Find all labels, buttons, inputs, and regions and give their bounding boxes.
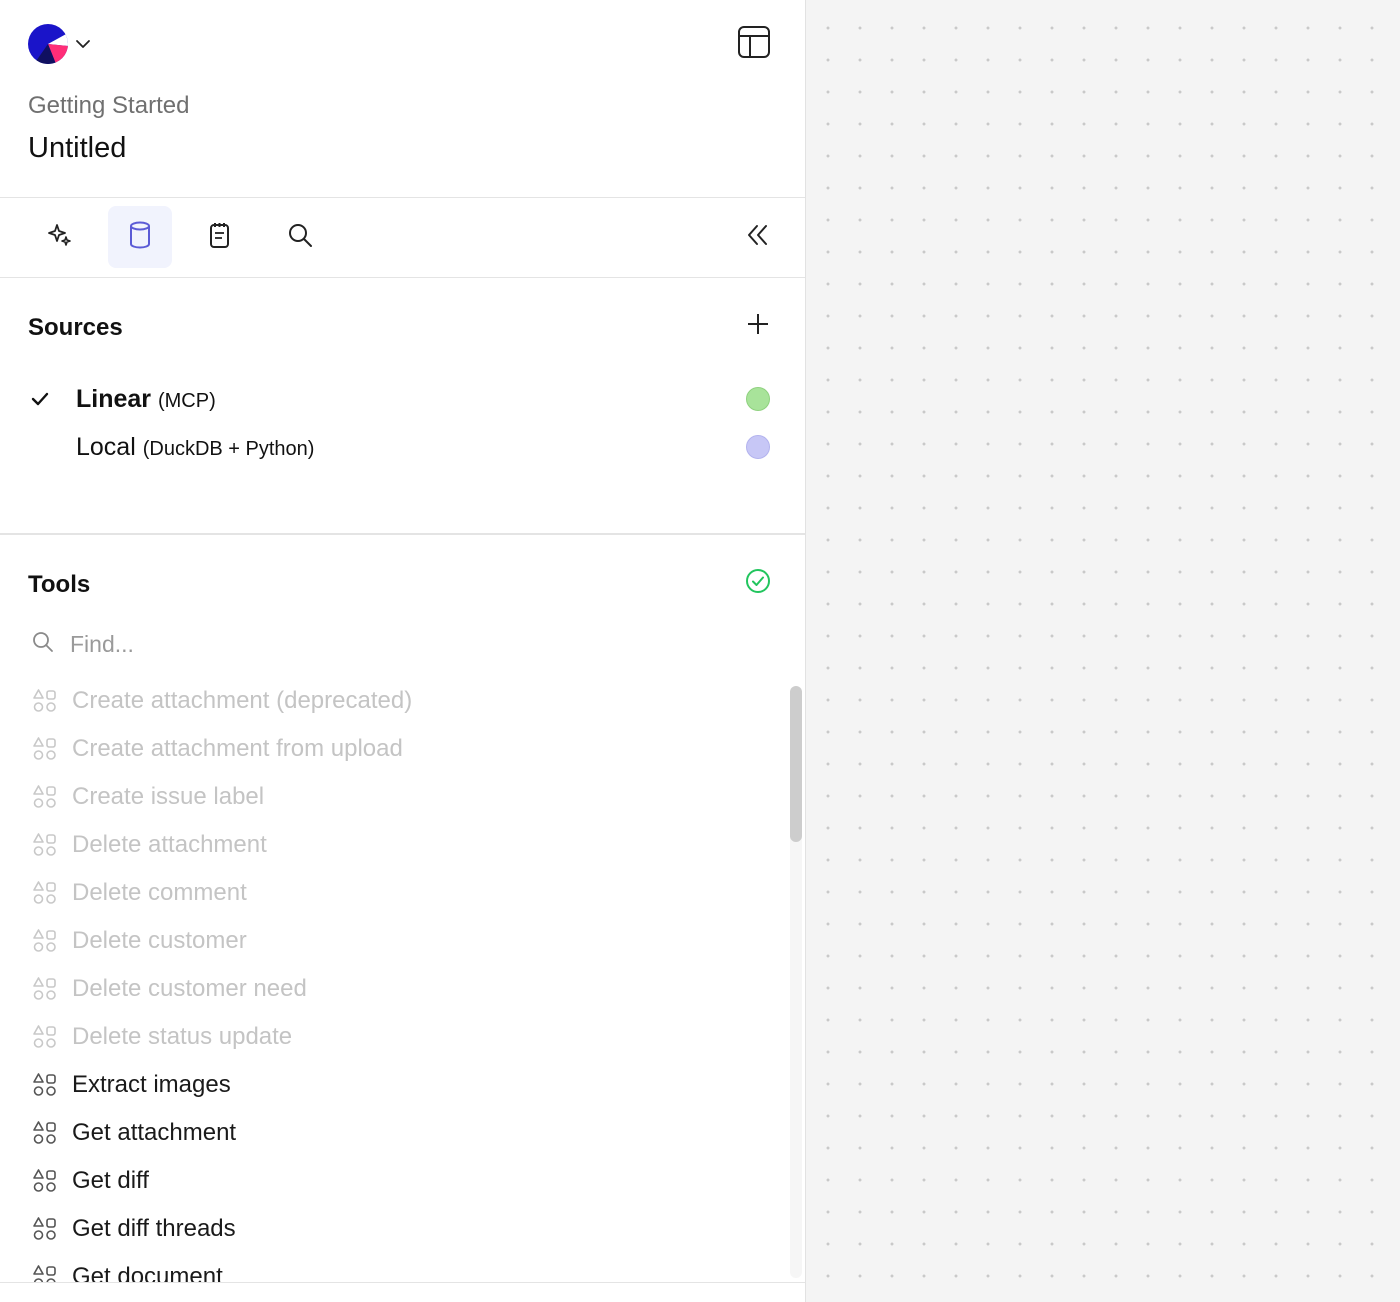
check-circle-icon: [745, 568, 771, 599]
tool-list-item[interactable]: Get diff threads: [32, 1209, 236, 1249]
tool-label: Delete status update: [72, 1023, 293, 1050]
tool-label: Delete customer: [72, 927, 247, 954]
workspace-switcher[interactable]: [28, 24, 92, 64]
notebook-icon: [206, 220, 234, 255]
app-logo-icon: [28, 24, 68, 64]
status-dot: [746, 435, 770, 459]
source-item-local[interactable]: Local (DuckDB + Python): [0, 425, 805, 469]
tool-grid-icon: [32, 688, 58, 714]
side-panel: Getting Started Untitled Sources Linear …: [0, 0, 806, 1302]
database-icon: [126, 220, 154, 255]
tab-notebook[interactable]: [188, 206, 252, 268]
sources-title: Sources: [28, 314, 123, 341]
source-item-linear[interactable]: Linear (MCP): [0, 377, 805, 421]
tool-label: Extract images: [72, 1071, 231, 1098]
source-label: Linear (MCP): [76, 385, 216, 414]
tool-list[interactable]: Create attachment (deprecated) Create att…: [0, 681, 805, 1283]
tools-title: Tools: [28, 571, 91, 598]
layout-panel-icon: [737, 25, 771, 64]
tool-grid-icon: [32, 976, 58, 1002]
tool-grid-icon: [32, 1120, 58, 1146]
tool-list-item[interactable]: Create issue label: [32, 777, 264, 817]
tool-label: Delete customer need: [72, 975, 307, 1002]
breadcrumb[interactable]: Getting Started: [28, 92, 189, 120]
plus-icon: [746, 312, 770, 341]
search-icon: [32, 631, 54, 658]
tab-sources[interactable]: [108, 206, 172, 268]
tool-label: Get diff threads: [72, 1215, 236, 1242]
source-label: Local (DuckDB + Python): [76, 433, 314, 462]
source-name: Linear: [76, 385, 152, 413]
collapse-panel-button[interactable]: [726, 206, 790, 268]
sources-section: Sources Linear (MCP) Local (DuckDB + Pyt…: [0, 278, 805, 535]
tool-list-item[interactable]: Delete customer: [32, 921, 247, 961]
tab-search[interactable]: [268, 206, 332, 268]
status-dot: [746, 387, 770, 411]
tab-assistant[interactable]: [28, 206, 92, 268]
tool-label: Get document: [72, 1263, 223, 1283]
layout-toggle-button[interactable]: [736, 25, 772, 64]
sparkles-icon: [46, 221, 74, 254]
tool-grid-icon: [32, 880, 58, 906]
tool-list-item[interactable]: Create attachment from upload: [32, 729, 403, 769]
tool-list-item[interactable]: Delete attachment: [32, 825, 267, 865]
tool-grid-icon: [32, 736, 58, 762]
tool-grid-icon: [32, 1168, 58, 1194]
panel-footer: [0, 1282, 805, 1302]
source-detail: (DuckDB + Python): [142, 438, 315, 460]
tool-label: Delete comment: [72, 879, 247, 906]
tool-list-item[interactable]: Get document: [32, 1257, 223, 1283]
tool-list-item[interactable]: Get diff: [32, 1161, 149, 1201]
tool-grid-icon: [32, 1216, 58, 1242]
search-icon: [286, 221, 314, 254]
tool-grid-icon: [32, 832, 58, 858]
tools-status-button[interactable]: [742, 567, 774, 599]
panel-header: Getting Started Untitled: [0, 0, 805, 198]
tool-grid-icon: [32, 1024, 58, 1050]
canvas-area[interactable]: [806, 0, 1400, 1302]
source-detail: (MCP): [157, 390, 216, 412]
tool-grid-icon: [32, 784, 58, 810]
tool-list-item[interactable]: Delete status update: [32, 1017, 292, 1057]
check-icon: [30, 389, 50, 414]
tool-list-item[interactable]: Delete customer need: [32, 969, 307, 1009]
tool-list-scrollbar[interactable]: [790, 686, 802, 1278]
tools-search: [32, 629, 732, 659]
chevron-down-icon: [74, 35, 92, 53]
panel-toolbar: [0, 198, 805, 278]
source-name: Local: [76, 433, 136, 461]
add-source-button[interactable]: [742, 310, 774, 342]
page-title[interactable]: Untitled: [28, 132, 126, 165]
tool-label: Create issue label: [72, 783, 265, 810]
scrollbar-thumb[interactable]: [790, 686, 802, 842]
tools-section: Tools Create attachment (deprecated)Crea…: [0, 535, 805, 1283]
tool-list-item[interactable]: Get attachment: [32, 1113, 236, 1153]
double-chevron-left-icon: [745, 222, 771, 253]
tool-label: Get diff: [72, 1167, 149, 1194]
tool-label: Create attachment (deprecated): [72, 687, 413, 714]
tool-list-item[interactable]: Extract images: [32, 1065, 231, 1105]
tool-grid-icon: [32, 1264, 58, 1283]
tool-list-item[interactable]: Create attachment (deprecated): [32, 681, 412, 721]
tool-label: Get attachment: [72, 1119, 237, 1146]
tool-list-item[interactable]: Delete comment: [32, 873, 247, 913]
tools-search-input[interactable]: [70, 630, 670, 658]
tool-grid-icon: [32, 1072, 58, 1098]
tool-label: Create attachment from upload: [72, 735, 403, 762]
tool-label: Delete attachment: [72, 831, 267, 858]
tool-grid-icon: [32, 928, 58, 954]
